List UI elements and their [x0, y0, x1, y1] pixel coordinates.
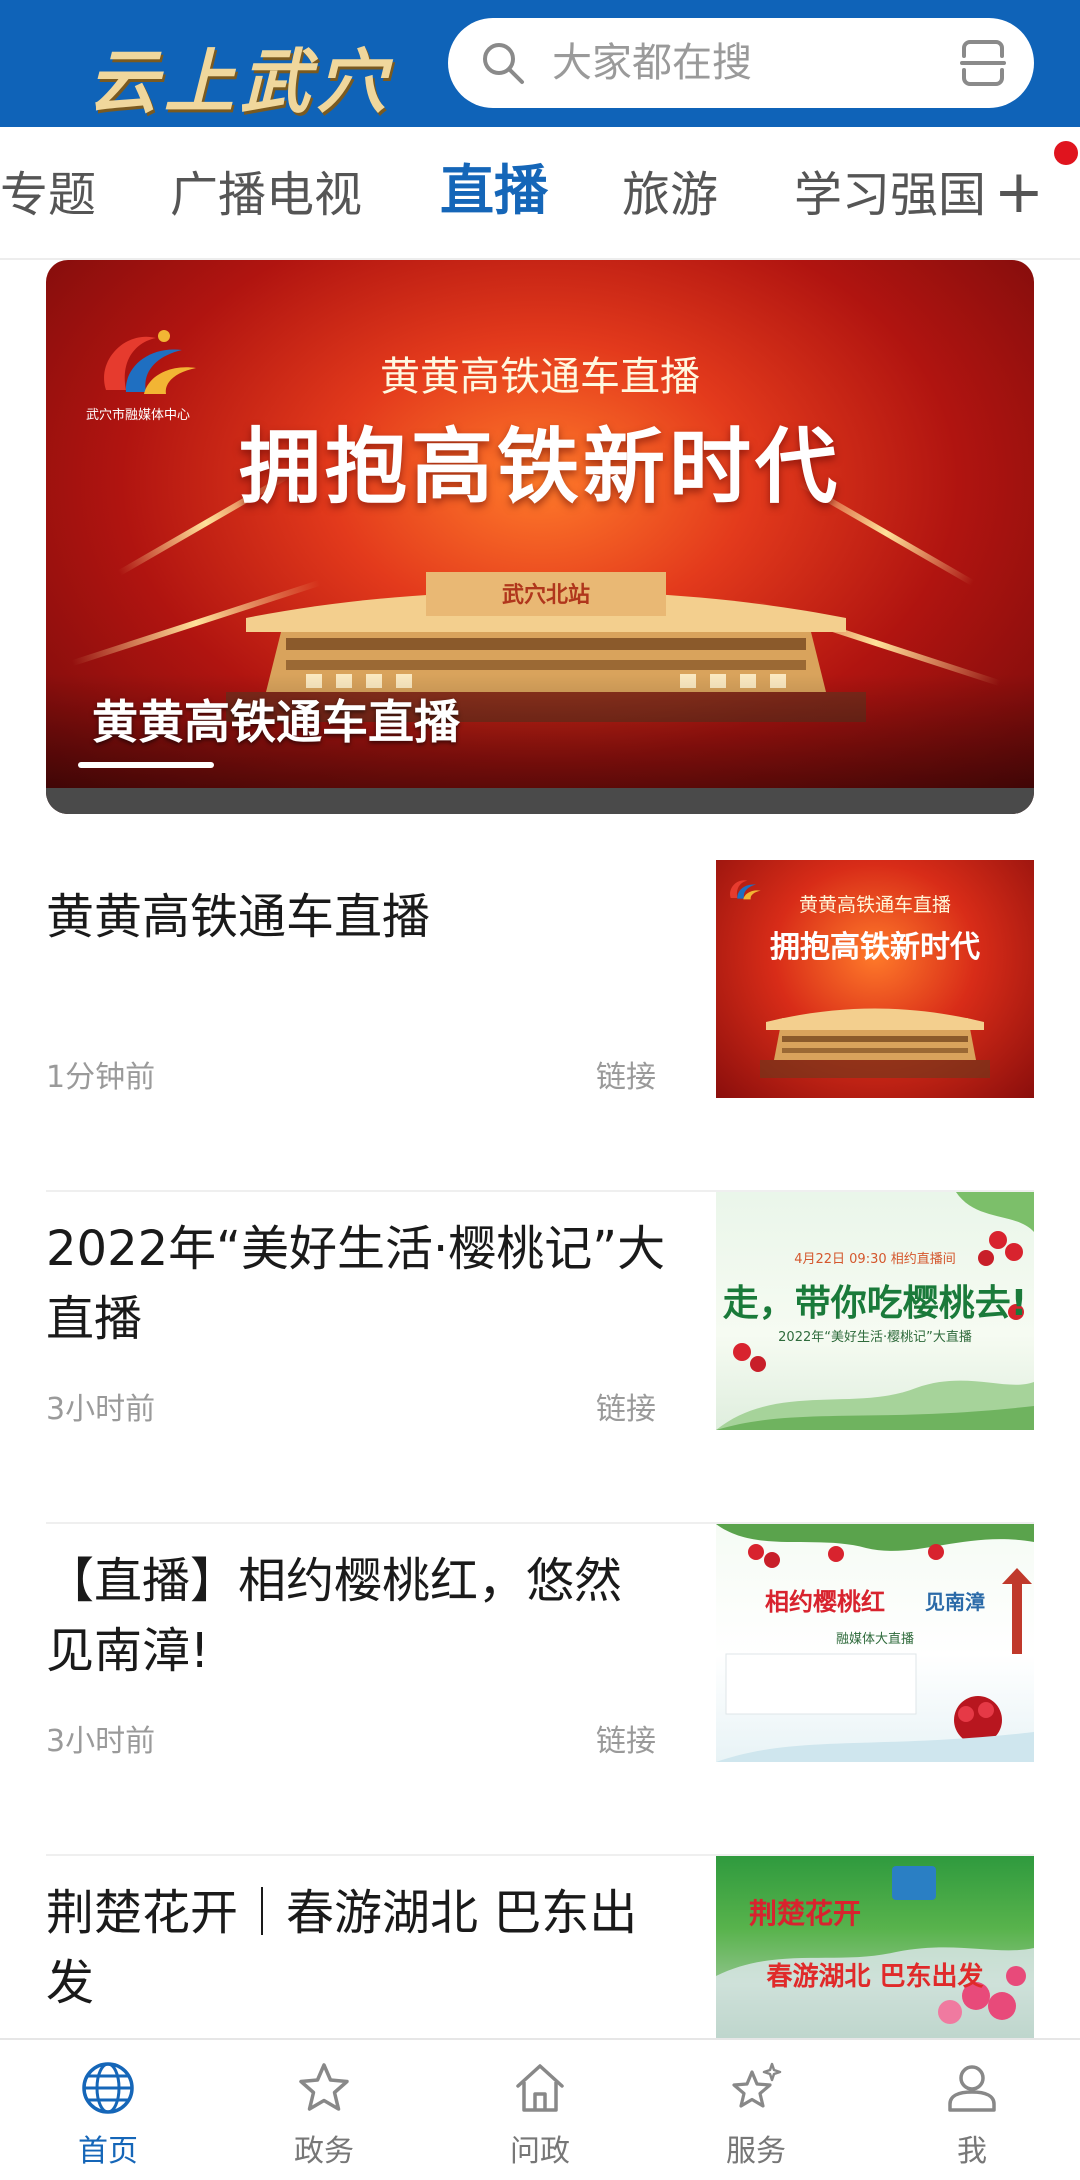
- notification-dot: [1054, 141, 1078, 165]
- news-title: 【直播】相约樱桃红，悠然见南漳!: [46, 1553, 623, 1679]
- thumb-text: 4月22日 09:30 相约直播间: [794, 1252, 956, 1267]
- nav-label: 服务: [726, 2134, 786, 2169]
- app-logo[interactable]: 云上武穴: [88, 18, 386, 123]
- carousel-indicator: [78, 762, 214, 768]
- news-time: 3小时前: [46, 1724, 156, 1759]
- channel-tabs: 专题 广播电视 直播 旅游 学习强国 +: [0, 127, 1080, 260]
- tab-zhuanti[interactable]: 专题: [0, 165, 96, 225]
- thumb-text: 荆楚花开: [748, 1897, 861, 1930]
- thumb-text: 走，带你吃樱桃去!: [722, 1283, 1028, 1324]
- search-icon: [483, 43, 524, 84]
- live-banner[interactable]: 武穴市融媒体中心 黄黄高铁通车直播 拥抱高铁新时代 武穴北站 黄黄高铁通车直播: [46, 260, 1034, 814]
- globe-icon: [82, 2062, 134, 2114]
- banner-subtitle: 黄黄高铁通车直播: [380, 354, 700, 400]
- news-type-tag: 链接: [596, 1724, 656, 1759]
- home-icon: [516, 2064, 564, 2112]
- nav-label: 政务: [294, 2134, 354, 2169]
- logo-text: 云上武穴: [88, 40, 392, 123]
- nav-profile[interactable]: 我: [864, 2040, 1080, 2180]
- add-channel-button[interactable]: +: [986, 157, 1056, 227]
- banner-bottom-strip: [46, 788, 1034, 814]
- nav-government[interactable]: 政务: [216, 2040, 432, 2180]
- tab-lvyou[interactable]: 旅游: [622, 165, 718, 225]
- thumb-text: 拥抱高铁新时代: [770, 930, 980, 965]
- nav-inquiry[interactable]: 问政: [432, 2040, 648, 2180]
- station-sign: 武穴北站: [502, 582, 590, 608]
- tab-guangbo-dianshi[interactable]: 广播电视: [170, 165, 362, 225]
- nav-label: 我: [957, 2134, 987, 2169]
- media-center-logo: [730, 880, 761, 900]
- nav-label: 问政: [510, 2134, 570, 2169]
- search-bar[interactable]: 大家都在搜: [448, 18, 1034, 108]
- railway-station-image: [760, 1008, 990, 1078]
- banner-title: 拥抱高铁新时代: [238, 420, 841, 515]
- nav-services[interactable]: 服务: [648, 2040, 864, 2180]
- tab-zhibo[interactable]: 直播: [440, 161, 548, 221]
- thumb-text: 2022年“美好生活·樱桃记”大直播: [778, 1330, 972, 1345]
- banner-caption: 黄黄高铁通车直播: [92, 695, 460, 749]
- thumb-text: 融媒体大直播: [835, 1632, 914, 1647]
- news-time: 3小时前: [46, 1392, 156, 1427]
- app-header: 云上武穴 大家都在搜: [0, 0, 1080, 127]
- news-item[interactable]: 黄黄高铁通车直播 1分钟前 链接 黄黄高铁通车直播 拥抱高铁新时代: [46, 860, 1034, 1192]
- news-type-tag: 链接: [596, 1392, 656, 1427]
- nav-home[interactable]: 首页: [0, 2040, 216, 2180]
- thumb-text: 春游湖北 巴东出发: [766, 1962, 984, 1992]
- news-thumbnail: 黄黄高铁通车直播 拥抱高铁新时代: [716, 860, 1034, 1098]
- news-item[interactable]: 【直播】相约樱桃红，悠然见南漳! 3小时前 链接 相约樱桃红 见南漳 融媒体大直…: [46, 1524, 1034, 1856]
- scan-icon[interactable]: [958, 38, 1008, 88]
- news-item[interactable]: 2022年“美好生活·樱桃记”大直播 3小时前 链接 4月22日 09:30 相…: [46, 1192, 1034, 1524]
- news-thumbnail: 荆楚花开 春游湖北 巴东出发: [716, 1856, 1034, 2038]
- plus-icon: +: [993, 157, 1044, 227]
- news-type-tag: 链接: [596, 1060, 656, 1095]
- nav-label: 首页: [78, 2134, 138, 2169]
- sparkle-star-icon: [732, 2062, 782, 2108]
- landscape-decoration: [716, 1866, 1034, 2038]
- news-title: 荆楚花开｜春游湖北 巴东出发: [46, 1885, 638, 2011]
- news-time: 1分钟前: [46, 1060, 156, 1095]
- tab-xuexi-qiangguo[interactable]: 学习强国: [794, 165, 986, 225]
- bottom-navigation: 首页 政务 问政 服务 我: [0, 2038, 1080, 2180]
- news-thumbnail: 4月22日 09:30 相约直播间 走，带你吃樱桃去! 2022年“美好生活·樱…: [716, 1192, 1034, 1430]
- search-placeholder: 大家都在搜: [552, 40, 752, 86]
- user-icon: [948, 2065, 996, 2112]
- news-title: 2022年“美好生活·樱桃记”大直播: [46, 1221, 666, 1347]
- news-title: 黄黄高铁通车直播: [46, 889, 431, 945]
- star-icon: [299, 2063, 349, 2111]
- news-thumbnail: 相约樱桃红 见南漳 融媒体大直播: [716, 1524, 1034, 1762]
- thumb-text: 见南漳: [925, 1590, 985, 1614]
